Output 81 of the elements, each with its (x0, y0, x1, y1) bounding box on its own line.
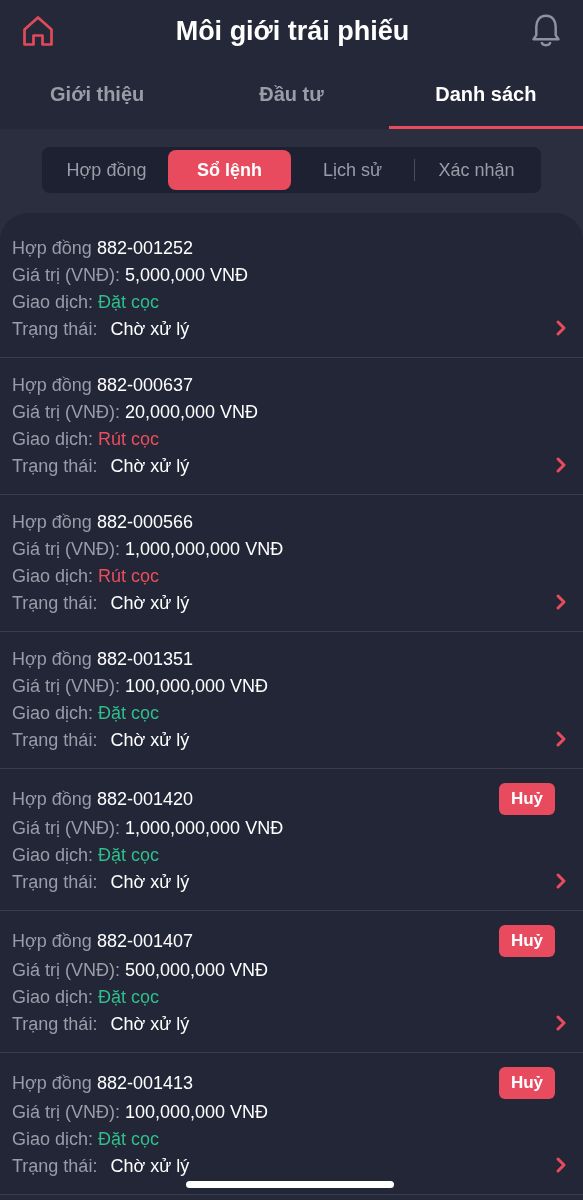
order-card[interactable]: Hợp đồng 882-000637 Giá trị (VNĐ): 20,000,000 VNĐ Giao dịch: Rút cọc Trạng thái: Chờ xử lý (0, 358, 583, 495)
value-label: Giá trị (VNĐ): (12, 1102, 120, 1122)
home-icon[interactable] (20, 13, 56, 49)
status-value: Chờ xử lý (110, 730, 190, 750)
contract-number: 882-001420 (96, 788, 193, 809)
contract-number: 882-000637 (96, 375, 193, 395)
contract-number: 882-000566 (96, 512, 193, 532)
chevron-right-icon[interactable] (555, 872, 567, 890)
order-card[interactable]: Hợp đồng 882-000566 Giá trị (VNĐ): 1,000,000,000 VNĐ Giao dịch: Rút cọc Trạng thái: Chờ xử lý (0, 495, 583, 632)
contract-label: Hợp đồng (12, 649, 92, 669)
tab[interactable]: Giới thiệu (0, 62, 195, 129)
value-label: Giá trị (VNĐ): (12, 265, 120, 285)
value-amount: 100,000,000 VNĐ (125, 1102, 269, 1122)
page-title: Môi giới trái phiếu (175, 14, 410, 48)
transaction-type: Đặt cọc (98, 703, 160, 723)
segment-tab[interactable]: Lịch sử (291, 150, 414, 190)
transaction-type: Đặt cọc (98, 292, 160, 312)
transaction-label: Giao dịch: (12, 845, 94, 865)
transaction-type: Đặt cọc (98, 1129, 160, 1149)
value-amount: 20,000,000 VNĐ (125, 402, 259, 422)
chevron-right-icon[interactable] (555, 1156, 567, 1174)
status-label: Trạng thái: (12, 730, 98, 750)
chevron-right-icon[interactable] (555, 593, 567, 611)
value-label: Giá trị (VNĐ): (12, 539, 120, 559)
value-amount: 1,000,000,000 VNĐ (125, 818, 284, 838)
transaction-label: Giao dịch: (12, 429, 94, 449)
contract-label: Hợp đồng (12, 512, 92, 532)
transaction-label: Giao dịch: (12, 566, 94, 586)
transaction-label: Giao dịch: (12, 987, 94, 1007)
chevron-right-icon[interactable] (555, 1014, 567, 1032)
value-label: Giá trị (VNĐ): (12, 960, 120, 980)
chevron-right-icon[interactable] (555, 730, 567, 748)
status-value: Chờ xử lý (110, 593, 190, 613)
value-amount: 1,000,000,000 VNĐ (125, 539, 284, 559)
value-label: Giá trị (VNĐ): (12, 676, 120, 696)
cancel-button[interactable]: Huỷ (498, 925, 555, 957)
cancel-button[interactable]: Huỷ (498, 783, 555, 815)
contract-number: 882-001351 (96, 649, 193, 669)
status-value: Chờ xử lý (110, 456, 190, 476)
contract-number: 882-001413 (96, 1072, 193, 1093)
contract-label: Hợp đồng (12, 238, 92, 258)
status-value: Chờ xử lý (110, 1014, 190, 1034)
transaction-type: Rút cọc (98, 429, 160, 449)
value-amount: 5,000,000 VNĐ (125, 265, 249, 285)
tab[interactable]: Đầu tư (194, 62, 389, 129)
cancel-button[interactable]: Huỷ (498, 1067, 555, 1099)
contract-label: Hợp đồng (12, 788, 92, 809)
segment-tab[interactable]: Hợp đồng (45, 150, 168, 190)
order-card[interactable]: Hợp đồng 882-001407 Huỷ Giá trị (VNĐ): 500,000,000 VNĐ Giao dịch: Đặt cọc Trạng thái: Chờ xử lý (0, 911, 583, 1053)
segment-tab[interactable]: Xác nhận (415, 150, 538, 190)
order-card[interactable]: Hợp đồng 882-001252 Giá trị (VNĐ): 5,000,000 VNĐ Giao dịch: Đặt cọc Trạng thái: Chờ xử lý (0, 221, 583, 358)
segment-tab[interactable]: Sổ lệnh (168, 150, 291, 190)
contract-number: 882-001252 (96, 238, 193, 258)
status-label: Trạng thái: (12, 872, 98, 892)
status-label: Trạng thái: (12, 1014, 98, 1034)
value-label: Giá trị (VNĐ): (12, 818, 120, 838)
contract-label: Hợp đồng (12, 930, 92, 951)
status-value: Chờ xử lý (110, 872, 190, 892)
transaction-type: Rút cọc (98, 566, 160, 586)
status-label: Trạng thái: (12, 1156, 98, 1176)
status-label: Trạng thái: (12, 456, 98, 476)
transaction-label: Giao dịch: (12, 703, 94, 723)
transaction-type: Đặt cọc (98, 987, 160, 1007)
status-label: Trạng thái: (12, 593, 98, 613)
order-card[interactable]: Hợp đồng 882-001420 Huỷ Giá trị (VNĐ): 1,000,000,000 VNĐ Giao dịch: Đặt cọc Trạng thái: Chờ xử lý (0, 769, 583, 911)
contract-label: Hợp đồng (12, 1072, 92, 1093)
contract-label: Hợp đồng (12, 375, 92, 395)
order-card[interactable]: Hợp đồng 882-001351 Giá trị (VNĐ): 100,000,000 VNĐ Giao dịch: Đặt cọc Trạng thái: Chờ xử lý (0, 632, 583, 769)
transaction-label: Giao dịch: (12, 1129, 94, 1149)
value-amount: 500,000,000 VNĐ (125, 960, 269, 980)
status-value: Chờ xử lý (110, 1156, 190, 1176)
chevron-right-icon[interactable] (555, 456, 567, 474)
status-label: Trạng thái: (12, 319, 98, 339)
contract-number: 882-001407 (96, 930, 193, 951)
chevron-right-icon[interactable] (555, 319, 567, 337)
transaction-type: Đặt cọc (98, 845, 160, 865)
notification-bell-icon[interactable] (529, 13, 563, 49)
value-label: Giá trị (VNĐ): (12, 402, 120, 422)
transaction-label: Giao dịch: (12, 292, 94, 312)
value-amount: 100,000,000 VNĐ (125, 676, 269, 696)
status-value: Chờ xử lý (110, 319, 190, 339)
